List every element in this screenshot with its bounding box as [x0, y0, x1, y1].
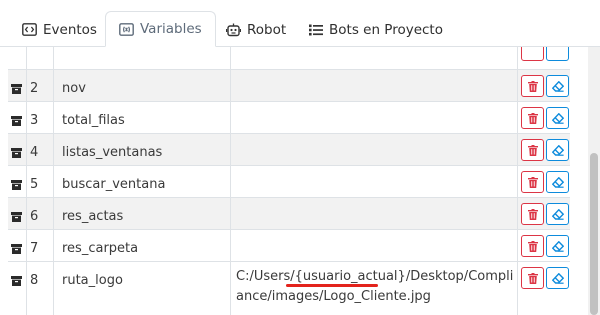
tab-robot[interactable]: Robot [226, 12, 286, 47]
variable-value[interactable] [231, 166, 518, 197]
clear-button[interactable] [546, 171, 569, 193]
variable-name[interactable]: nov [62, 81, 86, 96]
archive-icon [11, 84, 22, 94]
table-row: 7 res_carpeta [8, 230, 570, 262]
table-row: 6 res_actas [8, 198, 570, 230]
variable-value[interactable] [231, 134, 518, 165]
delete-button[interactable] [521, 235, 544, 257]
variable-value[interactable]: C:/Users/{usuario_actual}/Desktop/Compli… [231, 262, 518, 315]
table-row: 3 total_filas [8, 102, 570, 134]
eraser-icon [551, 80, 564, 92]
row-index: 8 [30, 273, 39, 288]
eraser-icon [551, 208, 564, 220]
tab-label: Robot [247, 21, 287, 38]
trash-icon [527, 272, 538, 284]
variable-name[interactable]: res_actas [62, 209, 123, 224]
eraser-icon [551, 112, 564, 124]
delete-button[interactable] [521, 139, 544, 161]
variable-name[interactable]: ruta_logo [62, 273, 123, 288]
row-index: 5 [30, 177, 39, 192]
row-index: 6 [30, 209, 39, 224]
table-row: 8 ruta_logo C:/Users/{usuario_actual}/De… [8, 262, 570, 315]
clear-button[interactable] [546, 139, 569, 161]
clear-button[interactable] [546, 203, 569, 225]
variable-name[interactable]: res_carpeta [62, 241, 138, 256]
clear-button[interactable] [546, 75, 569, 97]
eraser-icon [551, 272, 564, 284]
trash-icon [527, 208, 538, 220]
table-row [8, 47, 570, 70]
list-icon [309, 24, 323, 36]
delete-button[interactable] [521, 267, 544, 289]
tab-variables[interactable]: Variables [105, 11, 216, 47]
trash-icon [527, 176, 538, 188]
archive-icon [11, 276, 22, 286]
archive-icon [11, 148, 22, 158]
delete-button[interactable] [521, 47, 544, 61]
delete-button[interactable] [521, 107, 544, 129]
variable-value[interactable] [231, 70, 518, 101]
tab-eventos[interactable]: Eventos [22, 12, 97, 47]
archive-icon [11, 116, 22, 126]
value-text: C:/Users/{usuario_actual}/Desktop/Compli… [236, 269, 514, 304]
trash-icon [527, 80, 538, 92]
variable-value[interactable] [231, 230, 518, 261]
delete-button[interactable] [521, 203, 544, 225]
variable-value[interactable] [231, 102, 518, 133]
archive-icon [11, 180, 22, 190]
variable-icon [119, 22, 134, 36]
archive-icon [11, 244, 22, 254]
table-row: 4 listas_ventanas [8, 134, 570, 166]
vertical-scrollbar[interactable] [588, 47, 600, 315]
row-index: 3 [30, 113, 39, 128]
delete-button[interactable] [521, 171, 544, 193]
code-icon [22, 23, 37, 36]
eraser-icon [551, 176, 564, 188]
archive-icon [11, 212, 22, 222]
eraser-icon [551, 240, 564, 252]
variable-value[interactable] [231, 198, 518, 229]
variable-name[interactable]: buscar_ventana [62, 177, 165, 192]
table-row: 5 buscar_ventana [8, 166, 570, 198]
annotation-underline [286, 284, 378, 287]
clear-button[interactable] [546, 107, 569, 129]
tab-label: Bots en Proyecto [329, 21, 443, 38]
row-index: 2 [30, 81, 39, 96]
tab-label: Variables [140, 21, 202, 37]
eraser-icon [551, 144, 564, 156]
tab-bar: Eventos Variables Robot Bots en Proyecto [0, 0, 600, 47]
clear-button[interactable] [546, 47, 569, 61]
trash-icon [527, 240, 538, 252]
table-row: 2 nov [8, 70, 570, 102]
trash-icon [527, 144, 538, 156]
robot-icon [226, 23, 241, 37]
row-index: 4 [30, 145, 39, 160]
variables-table: 2 nov 3 total_filas 4 listas_ventanas 5 [8, 47, 578, 315]
variable-name[interactable]: total_filas [62, 113, 125, 128]
clear-button[interactable] [546, 267, 569, 289]
trash-icon [527, 112, 538, 124]
variable-name[interactable]: listas_ventanas [62, 145, 162, 160]
delete-button[interactable] [521, 75, 544, 97]
scrollbar-thumb[interactable] [590, 153, 598, 315]
tab-label: Eventos [43, 21, 97, 38]
row-index: 7 [30, 241, 39, 256]
tab-bots-en-proyecto[interactable]: Bots en Proyecto [309, 12, 443, 47]
clear-button[interactable] [546, 235, 569, 257]
